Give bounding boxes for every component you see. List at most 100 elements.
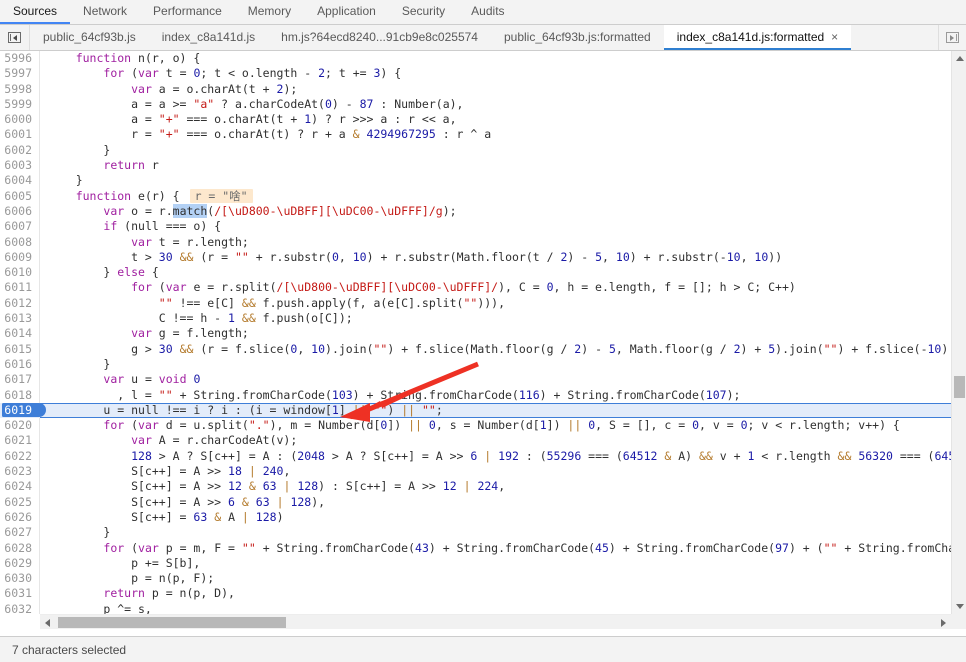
line-number[interactable]: 6015 [0,341,40,357]
file-tab-public-64cf93b-js[interactable]: public_64cf93b.js [30,25,149,50]
tab-sources[interactable]: Sources [0,0,71,24]
line-number[interactable]: 6020 [0,418,40,434]
code-line[interactable]: 6013 C !== h - 1 && f.push(o[C]); [0,311,951,327]
code-line[interactable]: 6012 "" !== e[C] && f.push.apply(f, a(e[… [0,295,951,312]
line-number[interactable]: 6001 [0,127,40,143]
line-number[interactable]: 6024 [0,479,40,495]
tab-memory[interactable]: Memory [235,0,304,24]
code-line[interactable]: 5997 for (var t = 0; t < o.length - 2; t… [0,66,951,82]
horizontal-scrollbar-thumb[interactable] [58,617,286,628]
code-line[interactable]: 6019 u = null !== i ? i : (i = window[1]… [0,402,951,419]
file-tab-public-64cf93b-js-formatted[interactable]: public_64cf93b.js:formatted [491,25,664,50]
line-number[interactable]: 5996 [0,51,40,67]
code-line[interactable]: 6003 return r [0,158,951,174]
show-navigator-button[interactable] [0,25,30,50]
tab-application[interactable]: Application [304,0,389,24]
code-line[interactable]: 6024 S[c++] = A >> 12 & 63 | 128) : S[c+… [0,479,951,495]
line-number[interactable]: 6010 [0,265,40,281]
code-line[interactable]: 6004 } [0,173,951,189]
line-number[interactable]: 6026 [0,509,40,526]
code-line[interactable]: 5999 a = a >= "a" ? a.charCodeAt(0) - 87… [0,96,951,113]
line-number[interactable]: 6016 [0,356,40,373]
code-line[interactable]: 6018 , l = "" + String.fromCharCode(103)… [0,387,951,403]
file-tab-index-c8a141d-js[interactable]: index_c8a141d.js [149,25,268,50]
line-number[interactable]: 6004 [0,173,40,189]
line-number[interactable]: 6005 [0,188,40,204]
file-tab-hm-js[interactable]: hm.js?64ecd8240...91cb9e8c025574 [268,25,491,50]
scroll-left-button[interactable] [40,615,55,629]
code-line[interactable]: 6005 function e(r) {r = "啥" [0,188,951,204]
code-line[interactable]: 6022 128 > A ? S[c++] = A : (2048 > A ? … [0,448,951,465]
code-line[interactable]: 6016 } [0,356,951,373]
code-line[interactable]: 6011 for (var e = r.split(/[\uD800-\uDBF… [0,280,951,296]
file-tab-index-c8a141d-js-formatted[interactable]: index_c8a141d.js:formatted × [663,25,852,50]
code-line[interactable]: 6015 g > 30 && (r = f.slice(0, 10).join(… [0,341,951,357]
code-line[interactable]: 6001 r = "+" === o.charAt(t) ? r + a & 4… [0,127,951,143]
line-number[interactable]: 5998 [0,81,40,97]
code-line[interactable]: 6028 for (var p = m, F = "" + String.fro… [0,540,951,556]
line-number[interactable]: 6027 [0,525,40,541]
code-line[interactable]: 6009 t > 30 && (r = "" + r.substr(0, 10)… [0,249,951,266]
line-number[interactable]: 6008 [0,234,40,250]
code-line[interactable]: 6030 p = n(p, F); [0,571,951,587]
tab-network[interactable]: Network [70,0,140,24]
vertical-scrollbar-thumb[interactable] [954,376,965,398]
code-line-text: } else { [48,265,159,280]
line-number[interactable]: 6023 [0,464,40,480]
code-line[interactable]: 6008 var t = r.length; [0,234,951,250]
code-line[interactable]: 6002 } [0,142,951,159]
line-number[interactable]: 6006 [0,203,40,220]
line-number[interactable]: 5999 [0,96,40,113]
line-number[interactable]: 6032 [0,601,40,614]
line-number[interactable]: 6031 [0,586,40,602]
line-number[interactable]: 6030 [0,571,40,587]
line-number[interactable]: 6014 [0,326,40,342]
code-line[interactable]: 5998 var a = o.charAt(t + 2); [0,81,951,97]
line-number[interactable]: 5997 [0,66,40,82]
line-number[interactable]: 6029 [0,555,40,572]
code-line[interactable]: 6026 S[c++] = 63 & A | 128) [0,509,951,526]
code-line[interactable]: 6014 var g = f.length; [0,326,951,342]
code-line[interactable]: 6007 if (null === o) { [0,219,951,235]
line-number[interactable]: 6019 [0,403,40,418]
code-line[interactable]: 6032 p ^= s, [0,601,951,614]
scroll-down-button[interactable] [952,599,966,614]
line-number[interactable]: 6013 [0,311,40,327]
scroll-up-button[interactable] [952,51,966,66]
line-number[interactable]: 6003 [0,158,40,174]
editor-vertical-scrollbar[interactable] [951,51,966,614]
code-line[interactable]: 6023 S[c++] = A >> 18 | 240, [0,464,951,480]
tab-security[interactable]: Security [389,0,458,24]
code-line[interactable]: 6020 for (var d = u.split("."), m = Numb… [0,418,951,434]
line-number[interactable]: 6022 [0,448,40,465]
close-icon[interactable]: × [831,31,838,43]
code-line[interactable]: 6027 } [0,525,951,541]
line-number[interactable]: 6007 [0,219,40,235]
scroll-right-button[interactable] [936,615,951,629]
line-number[interactable]: 6000 [0,112,40,128]
code-line[interactable]: 6029 p += S[b], [0,555,951,572]
code-line[interactable]: 6000 a = "+" === o.charAt(t + 1) ? r >>>… [0,112,951,128]
editor-horizontal-scrollbar[interactable] [40,614,951,629]
code-line[interactable]: 6017 var u = void 0 [0,372,951,388]
line-number[interactable]: 6002 [0,142,40,159]
line-number[interactable]: 6011 [0,280,40,296]
line-number[interactable]: 6021 [0,433,40,449]
editor-status-bar: 7 characters selected [0,636,966,662]
code-line[interactable]: 6010 } else { [0,265,951,281]
code-line[interactable]: 6025 S[c++] = A >> 6 & 63 | 128), [0,494,951,510]
show-debugger-sidebar-button[interactable] [938,25,966,50]
code-line[interactable]: 6021 var A = r.charCodeAt(v); [0,433,951,449]
line-number[interactable]: 6028 [0,540,40,556]
line-number[interactable]: 6025 [0,494,40,510]
code-line[interactable]: 6006 var o = r.match(/[\uD800-\uDBFF][\u… [0,203,951,220]
code-line[interactable]: 6031 return p = n(p, D), [0,586,951,602]
line-number[interactable]: 6017 [0,372,40,388]
code-viewer[interactable]: 5996 function n(r, o) {5997 for (var t =… [0,51,951,614]
tab-audits[interactable]: Audits [458,0,517,24]
tab-performance[interactable]: Performance [140,0,235,24]
line-number[interactable]: 6009 [0,249,40,266]
line-number[interactable]: 6012 [0,295,40,312]
code-line[interactable]: 5996 function n(r, o) { [0,51,951,67]
line-number[interactable]: 6018 [0,387,40,403]
